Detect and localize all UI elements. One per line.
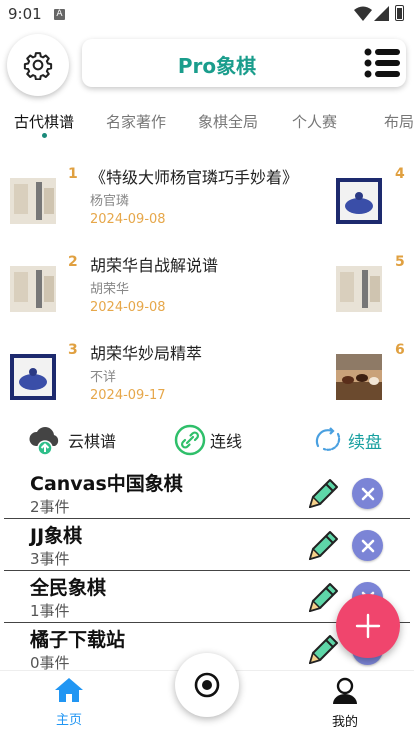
- nav-home-label: 主页: [55, 713, 82, 728]
- book-date: 2024-09-08: [90, 300, 166, 315]
- tab-openings[interactable]: 布局: [384, 111, 414, 132]
- delete-button[interactable]: [352, 530, 383, 561]
- book-number: 6: [395, 342, 405, 358]
- tab-full-games[interactable]: 象棋全局: [198, 111, 258, 132]
- book-cover-blue: [336, 178, 382, 224]
- connect-label: 连线: [210, 432, 243, 451]
- delete-button[interactable]: [352, 478, 383, 509]
- nav-mine-label: 我的: [331, 715, 358, 730]
- event-count: 3事件: [30, 550, 70, 568]
- book-item[interactable]: 6: [336, 342, 414, 432]
- connect-button[interactable]: 连线: [174, 424, 242, 456]
- category-tabs: 古代棋谱 名家著作 象棋全局 个人赛 布局: [0, 108, 414, 138]
- tab-ancient[interactable]: 古代棋谱: [14, 111, 74, 132]
- book-item[interactable]: 2 胡荣华自战解说谱 胡荣华 2024-09-08: [10, 254, 330, 344]
- book-cover-scroll: [10, 178, 56, 224]
- pencil-icon[interactable]: [306, 631, 342, 667]
- book-number: 2: [68, 254, 78, 270]
- add-button[interactable]: [336, 594, 400, 658]
- book-cover-blue: [10, 354, 56, 400]
- user-icon: [333, 677, 357, 704]
- close-icon: [361, 487, 374, 500]
- book-author: 杨官璘: [90, 194, 130, 209]
- book-number: 4: [395, 166, 405, 182]
- tab-individual[interactable]: 个人赛: [292, 111, 337, 132]
- book-author: 不详: [90, 370, 117, 385]
- book-author: 胡荣华: [90, 282, 130, 297]
- pencil-icon[interactable]: [306, 475, 342, 511]
- nav-home[interactable]: 主页: [39, 677, 99, 728]
- app-title: Pro象棋: [177, 54, 257, 78]
- event-count: 1事件: [30, 602, 70, 620]
- book-cover-scroll: [336, 266, 382, 312]
- status-bar: 9:01 A: [0, 0, 414, 28]
- link-icon: [174, 424, 206, 456]
- event-count: 2事件: [30, 498, 70, 516]
- pencil-icon[interactable]: [306, 579, 342, 615]
- close-icon: [361, 539, 374, 552]
- book-number: 5: [395, 254, 405, 270]
- book-number: 1: [68, 166, 78, 182]
- scan-button[interactable]: [175, 653, 239, 717]
- event-name: 橘子下载站: [30, 629, 126, 651]
- event-name: JJ象棋: [30, 525, 83, 547]
- book-number: 3: [68, 342, 78, 358]
- cloud-upload-icon: [29, 427, 59, 456]
- cloud-records-button[interactable]: 云棋谱: [28, 424, 116, 456]
- battery-icon: [395, 5, 404, 21]
- event-name: 全民象棋: [30, 577, 107, 599]
- book-title: 胡荣华妙局精萃: [90, 344, 203, 363]
- title-bar: Pro象棋: [82, 39, 406, 87]
- resume-game-button[interactable]: 续盘: [312, 424, 382, 456]
- target-icon: [194, 672, 220, 698]
- book-date: 2024-09-08: [90, 212, 166, 227]
- resume-game-label: 续盘: [348, 432, 382, 453]
- settings-button[interactable]: [7, 34, 69, 96]
- tab-masters[interactable]: 名家著作: [106, 111, 166, 132]
- gear-icon: [23, 52, 53, 80]
- book-item[interactable]: 5: [336, 254, 414, 344]
- book-cover-horses: [336, 354, 382, 400]
- book-title: 《特级大师杨官璘巧手妙着》: [90, 168, 299, 187]
- event-name: Canvas中国象棋: [30, 473, 183, 495]
- book-cover-scroll: [10, 266, 56, 312]
- pencil-icon[interactable]: [306, 527, 342, 563]
- notification-badge: A: [54, 9, 65, 20]
- refresh-icon: [315, 427, 341, 451]
- book-item[interactable]: 3 胡荣华妙局精萃 不详 2024-09-17: [10, 342, 330, 432]
- event-row[interactable]: Canvas中国象棋 2事件: [0, 467, 414, 519]
- list-menu-icon[interactable]: [364, 48, 400, 78]
- cloud-records-label: 云棋谱: [68, 432, 117, 451]
- tab-active-indicator: [42, 133, 47, 138]
- signal-icon: [374, 6, 389, 21]
- event-row[interactable]: JJ象棋 3事件: [0, 519, 414, 571]
- plus-icon: [355, 613, 381, 639]
- wifi-icon: [354, 6, 372, 21]
- status-time: 9:01: [8, 5, 42, 23]
- home-icon: [55, 678, 83, 702]
- book-title: 胡荣华自战解说谱: [90, 256, 219, 275]
- nav-mine[interactable]: 我的: [315, 677, 375, 730]
- book-item[interactable]: 4: [336, 166, 414, 256]
- book-item[interactable]: 1 《特级大师杨官璘巧手妙着》 杨官璘 2024-09-08: [10, 166, 330, 256]
- book-date: 2024-09-17: [90, 388, 166, 403]
